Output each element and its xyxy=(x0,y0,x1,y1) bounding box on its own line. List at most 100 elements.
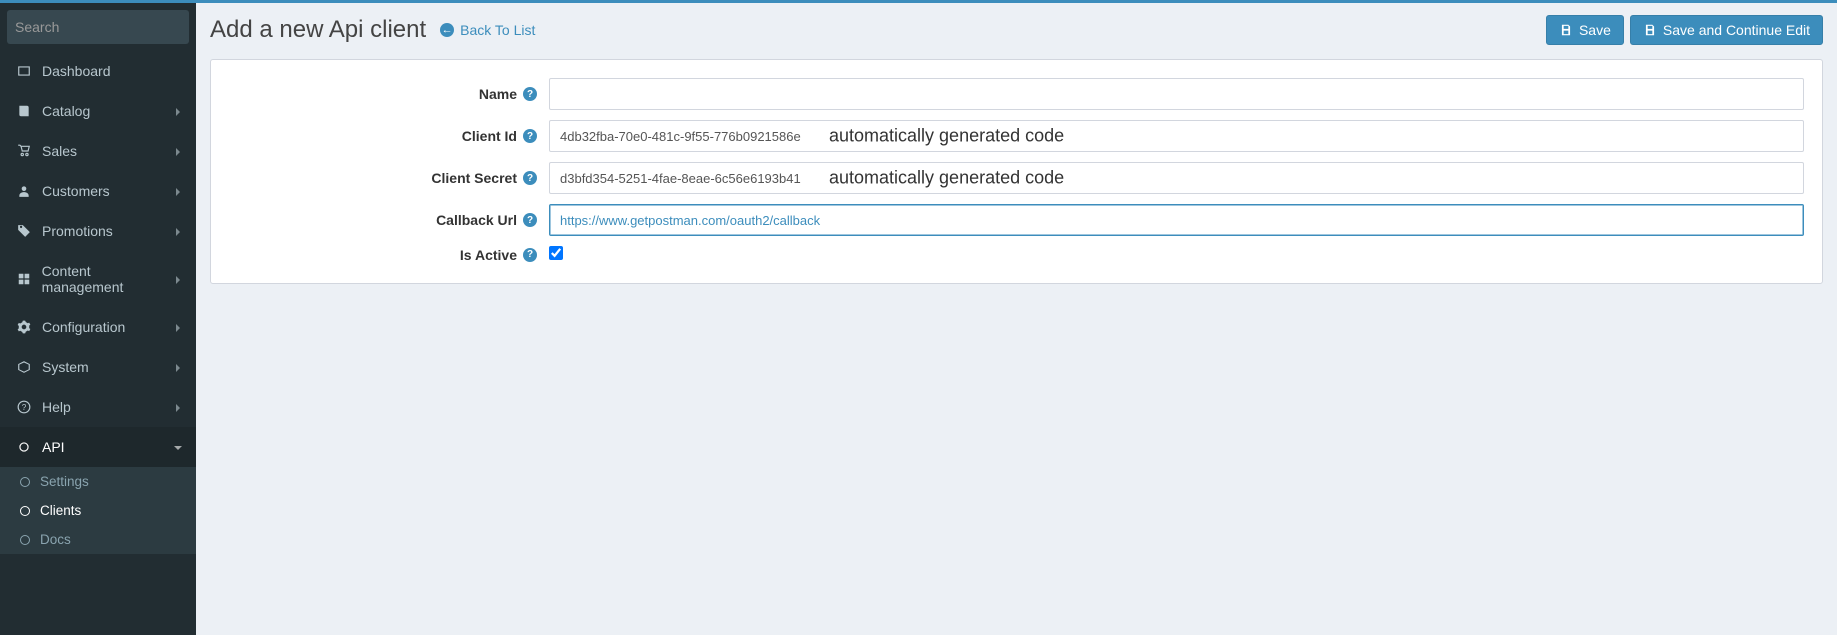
sidebar-item-label: Configuration xyxy=(42,319,125,335)
help-icon[interactable]: ? xyxy=(523,171,537,185)
is-active-checkbox[interactable] xyxy=(549,246,563,260)
label-text: Name xyxy=(479,86,517,102)
sidebar-item-label: Promotions xyxy=(42,223,113,239)
question-icon: ? xyxy=(14,400,34,414)
subnav-item-clients[interactable]: Clients xyxy=(0,496,196,525)
save-icon xyxy=(1643,23,1657,37)
subnav-label: Settings xyxy=(40,474,89,489)
client-secret-input[interactable] xyxy=(549,162,1804,194)
row-client-secret: Client Secret ? automatically generated … xyxy=(229,162,1804,194)
chevron-right-icon xyxy=(174,223,182,239)
label-text: Client Id xyxy=(462,128,517,144)
chevron-right-icon xyxy=(174,143,182,159)
row-callback-url: Callback Url ? xyxy=(229,204,1804,236)
help-icon[interactable]: ? xyxy=(523,87,537,101)
page-title: Add a new Api client xyxy=(210,16,426,44)
chevron-right-icon xyxy=(174,271,182,287)
chevron-right-icon xyxy=(174,399,182,415)
save-button[interactable]: Save xyxy=(1546,15,1624,45)
search-box[interactable] xyxy=(7,10,189,44)
sidebar-item-api[interactable]: API xyxy=(0,427,196,467)
back-link-label: Back To List xyxy=(460,22,535,38)
content-header: Add a new Api client ← Back To List Save… xyxy=(196,3,1837,59)
chevron-right-icon xyxy=(174,319,182,335)
name-input[interactable] xyxy=(549,78,1804,110)
search-container xyxy=(0,3,196,51)
save-button-label: Save xyxy=(1579,22,1611,38)
boxes-icon xyxy=(14,272,34,286)
label-text: Client Secret xyxy=(431,170,517,186)
app-shell: Dashboard Catalog Sales Customers Promot… xyxy=(0,3,1837,635)
chevron-right-icon xyxy=(174,359,182,375)
control-wrap xyxy=(549,246,1804,263)
sidebar-item-label: Content management xyxy=(42,263,174,295)
sidebar-item-label: Dashboard xyxy=(42,63,111,79)
control-wrap: automatically generated code xyxy=(549,120,1804,152)
save-continue-button-label: Save and Continue Edit xyxy=(1663,22,1810,38)
sidebar-item-label: Sales xyxy=(42,143,77,159)
row-client-id: Client Id ? automatically generated code xyxy=(229,120,1804,152)
chevron-right-icon xyxy=(174,183,182,199)
form-panel: Name ? Client Id ? automatically generat… xyxy=(210,59,1823,284)
sidebar-item-help[interactable]: ? Help xyxy=(0,387,196,427)
label-name: Name ? xyxy=(229,86,549,102)
row-is-active: Is Active ? xyxy=(229,246,1804,263)
save-icon xyxy=(1559,23,1573,37)
sidebar-item-content-management[interactable]: Content management xyxy=(0,251,196,307)
label-callback-url: Callback Url ? xyxy=(229,212,549,228)
label-is-active: Is Active ? xyxy=(229,247,549,263)
subnav-item-settings[interactable]: Settings xyxy=(0,467,196,496)
chevron-down-icon xyxy=(174,439,182,455)
cart-icon xyxy=(14,144,34,158)
sidebar-item-dashboard[interactable]: Dashboard xyxy=(0,51,196,91)
cube-icon xyxy=(14,360,34,374)
save-continue-button[interactable]: Save and Continue Edit xyxy=(1630,15,1823,45)
book-icon xyxy=(14,104,34,118)
sidebar-item-sales[interactable]: Sales xyxy=(0,131,196,171)
label-client-secret: Client Secret ? xyxy=(229,170,549,186)
search-input[interactable] xyxy=(15,19,196,35)
sidebar-item-label: Customers xyxy=(42,183,110,199)
svg-text:?: ? xyxy=(22,403,27,412)
user-icon xyxy=(14,184,34,198)
dashboard-icon xyxy=(14,64,34,78)
chevron-right-icon xyxy=(174,103,182,119)
subnav-label: Clients xyxy=(40,503,81,518)
tags-icon xyxy=(14,224,34,238)
back-arrow-icon: ← xyxy=(440,23,454,37)
help-icon[interactable]: ? xyxy=(523,129,537,143)
nav: Dashboard Catalog Sales Customers Promot… xyxy=(0,51,196,554)
control-wrap: automatically generated code xyxy=(549,162,1804,194)
subnav-item-docs[interactable]: Docs xyxy=(0,525,196,554)
bullet-icon xyxy=(20,535,30,545)
row-name: Name ? xyxy=(229,78,1804,110)
bullet-icon xyxy=(20,477,30,487)
sidebar-item-system[interactable]: System xyxy=(0,347,196,387)
sidebar-item-label: API xyxy=(42,439,65,455)
circle-icon xyxy=(14,440,34,454)
bullet-icon xyxy=(20,506,30,516)
client-id-input[interactable] xyxy=(549,120,1804,152)
sidebar: Dashboard Catalog Sales Customers Promot… xyxy=(0,3,196,635)
gears-icon xyxy=(14,320,34,334)
sidebar-item-configuration[interactable]: Configuration xyxy=(0,307,196,347)
header-actions: Save Save and Continue Edit xyxy=(1546,15,1823,45)
label-text: Is Active xyxy=(460,247,517,263)
sidebar-item-label: Help xyxy=(42,399,71,415)
sidebar-item-label: System xyxy=(42,359,89,375)
api-subnav: Settings Clients Docs xyxy=(0,467,196,554)
sidebar-item-customers[interactable]: Customers xyxy=(0,171,196,211)
control-wrap xyxy=(549,78,1804,110)
callback-url-input[interactable] xyxy=(549,204,1804,236)
subnav-label: Docs xyxy=(40,532,71,547)
sidebar-item-catalog[interactable]: Catalog xyxy=(0,91,196,131)
back-to-list-link[interactable]: ← Back To List xyxy=(440,22,535,38)
control-wrap xyxy=(549,204,1804,236)
help-icon[interactable]: ? xyxy=(523,248,537,262)
label-text: Callback Url xyxy=(436,212,517,228)
label-client-id: Client Id ? xyxy=(229,128,549,144)
sidebar-item-promotions[interactable]: Promotions xyxy=(0,211,196,251)
sidebar-item-label: Catalog xyxy=(42,103,90,119)
main: Add a new Api client ← Back To List Save… xyxy=(196,3,1837,635)
help-icon[interactable]: ? xyxy=(523,213,537,227)
